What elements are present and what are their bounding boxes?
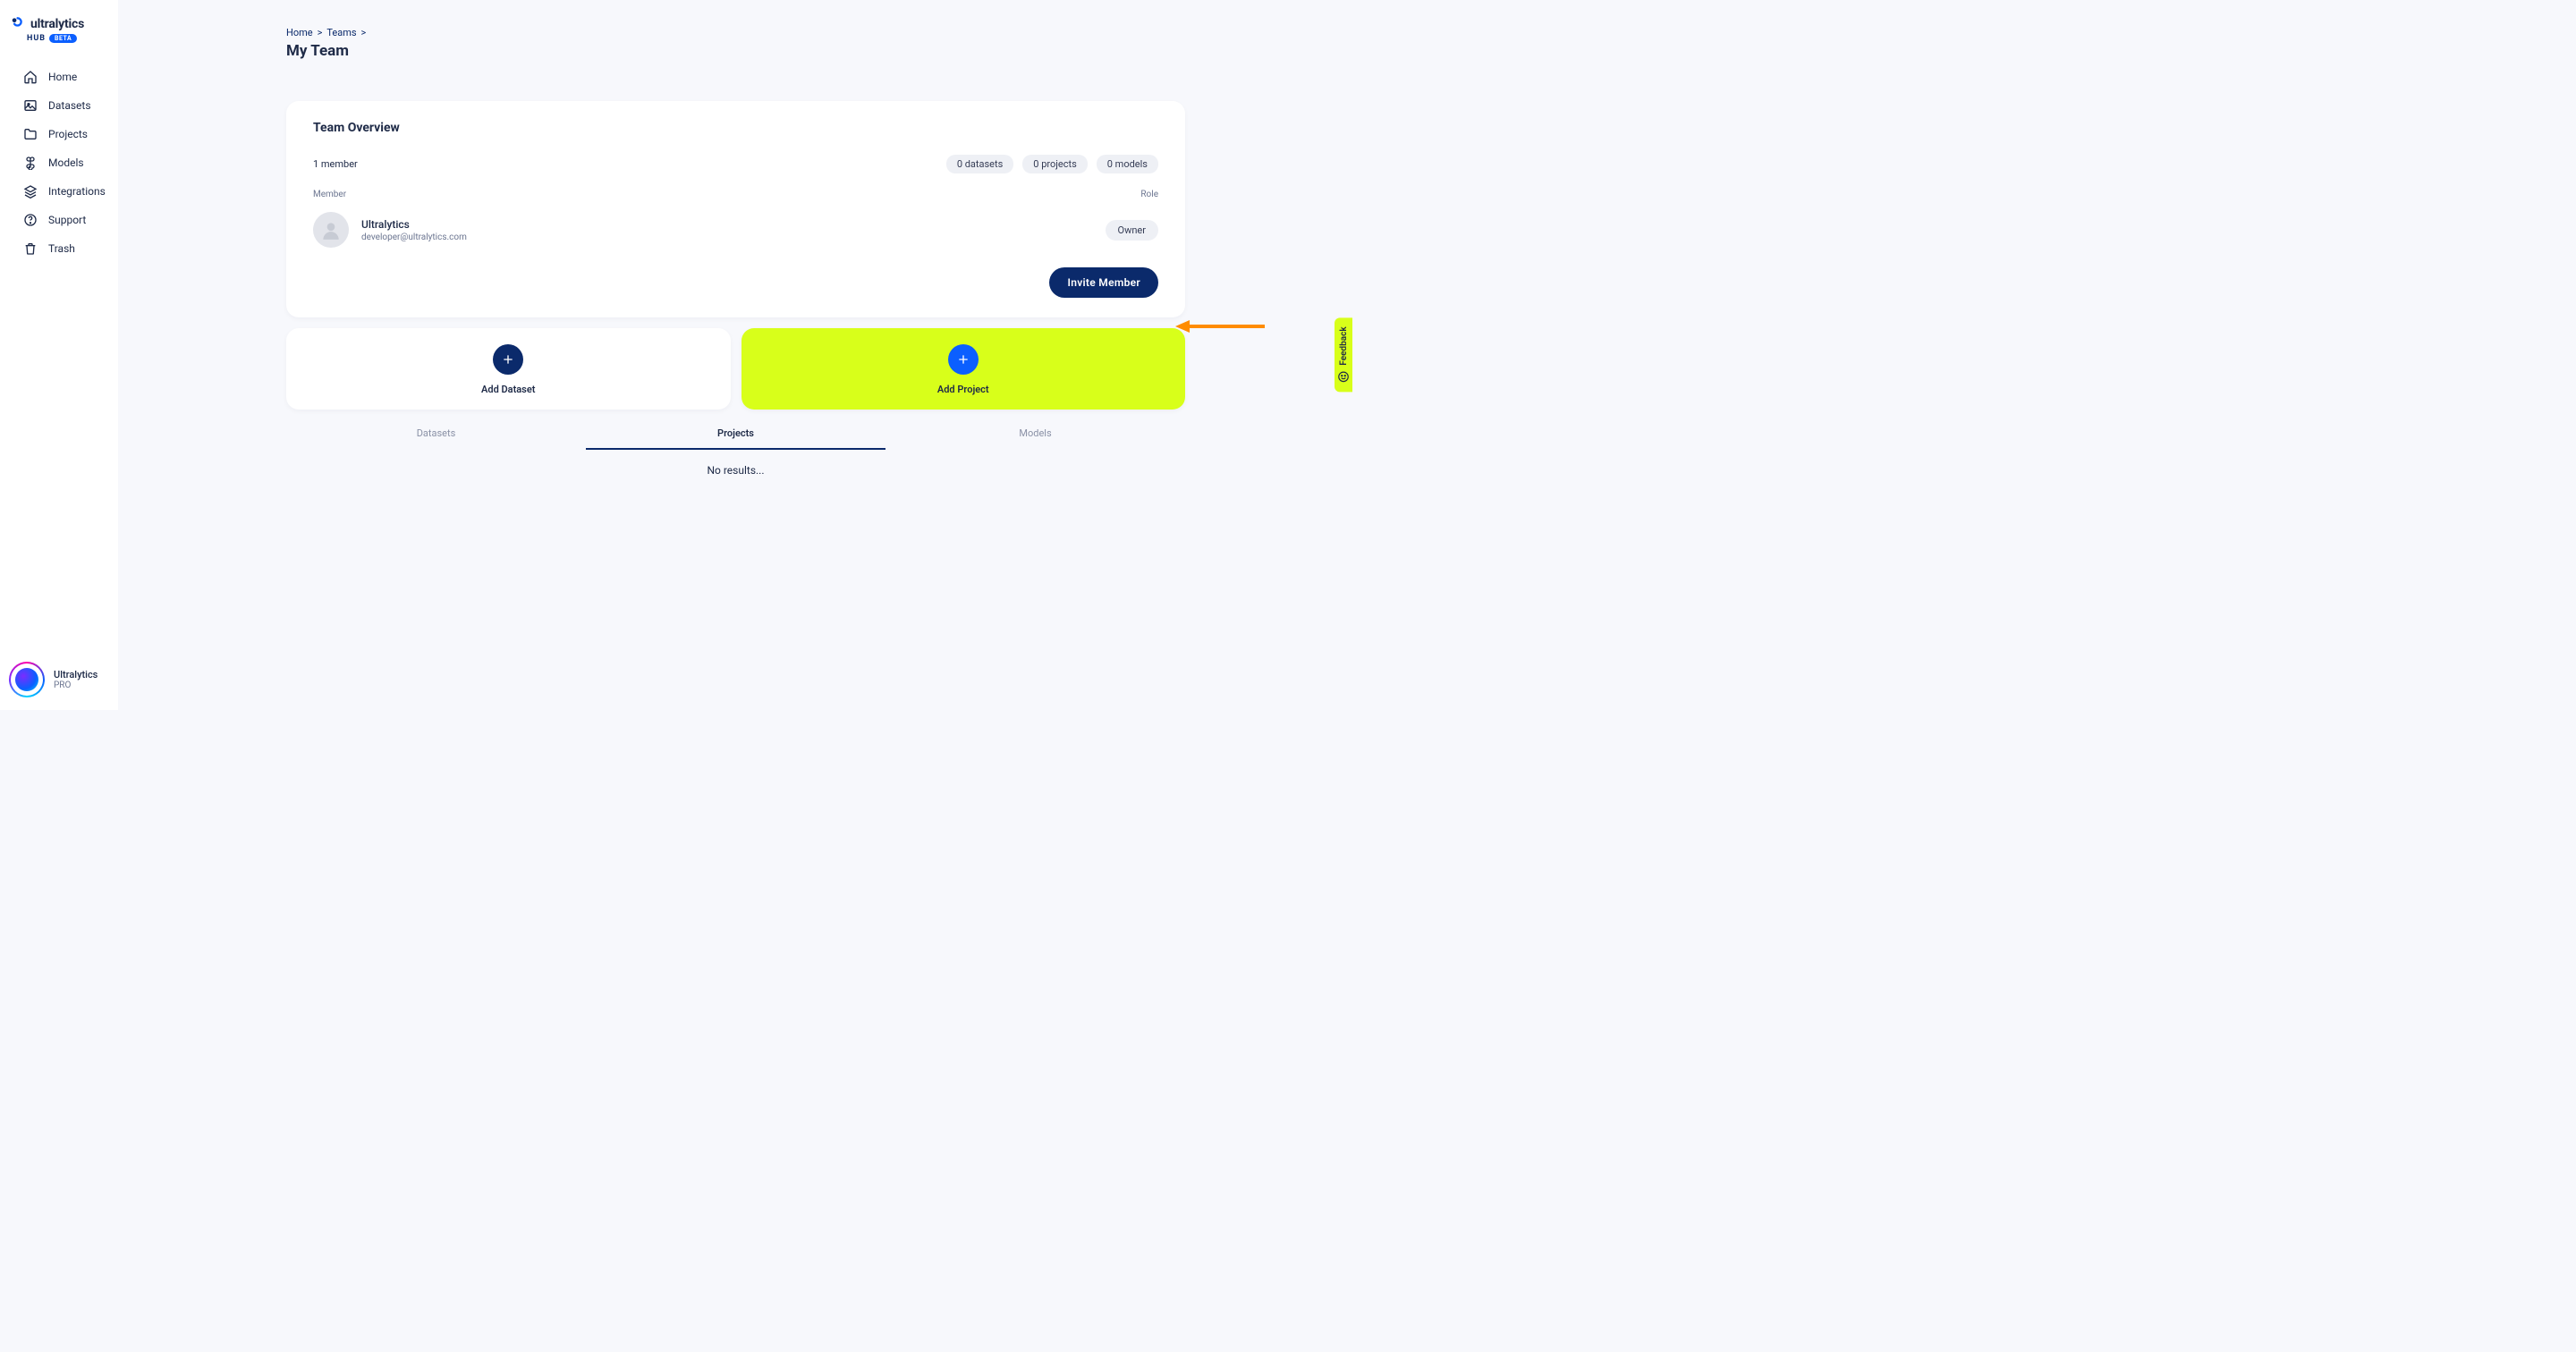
sidebar: ultralytics HUB BETA Home Datasets Proje… — [0, 0, 118, 710]
member-role: Owner — [1106, 220, 1158, 241]
highlight-arrow — [1175, 320, 1265, 333]
add-dataset-label: Add Dataset — [481, 384, 535, 395]
models-badge: 0 models — [1097, 155, 1158, 173]
sidebar-item-support[interactable]: Support — [0, 206, 118, 234]
member-avatar — [313, 212, 349, 248]
breadcrumb-home[interactable]: Home — [286, 27, 313, 38]
tab-models[interactable]: Models — [886, 415, 1185, 450]
add-project-card[interactable]: Add Project — [741, 328, 1186, 410]
breadcrumb: Home > Teams > — [286, 27, 1185, 38]
add-project-label: Add Project — [937, 384, 989, 395]
invite-member-button[interactable]: Invite Member — [1049, 267, 1158, 298]
sidebar-user[interactable]: Ultralytics PRO — [0, 662, 118, 710]
brand-name: ultralytics — [30, 17, 84, 31]
sidebar-item-label: Models — [48, 156, 84, 169]
chevron-right-icon: > — [318, 27, 323, 38]
table-head-role: Role — [1140, 190, 1158, 199]
sidebar-item-label: Trash — [48, 242, 75, 255]
member-email: developer@ultralytics.com — [361, 232, 467, 242]
sidebar-item-label: Projects — [48, 128, 88, 140]
no-results: No results... — [286, 450, 1185, 491]
tab-projects[interactable]: Projects — [586, 415, 886, 450]
sidebar-item-home[interactable]: Home — [0, 63, 118, 91]
main: Home > Teams > My Team Team Overview 1 m… — [118, 0, 1352, 710]
logo-icon — [11, 15, 23, 32]
breadcrumb-teams[interactable]: Teams — [326, 27, 356, 38]
smile-icon — [1337, 371, 1350, 384]
logo[interactable]: ultralytics HUB BETA — [0, 0, 118, 50]
add-dataset-card[interactable]: Add Dataset — [286, 328, 731, 410]
sidebar-item-trash[interactable]: Trash — [0, 234, 118, 263]
user-plan: PRO — [54, 680, 97, 690]
sidebar-item-integrations[interactable]: Integrations — [0, 177, 118, 206]
member-count: 1 member — [313, 158, 358, 170]
command-icon — [23, 156, 38, 170]
member-row: Ultralytics developer@ultralytics.com Ow… — [313, 212, 1158, 248]
datasets-badge: 0 datasets — [946, 155, 1013, 173]
team-overview-card: Team Overview 1 member 0 datasets 0 proj… — [286, 101, 1185, 317]
overview-title: Team Overview — [313, 121, 1158, 135]
user-avatar — [9, 662, 45, 697]
layers-icon — [23, 184, 38, 199]
brand-hub: HUB — [27, 34, 46, 43]
sidebar-item-projects[interactable]: Projects — [0, 120, 118, 148]
sidebar-item-datasets[interactable]: Datasets — [0, 91, 118, 120]
sidebar-item-label: Support — [48, 214, 86, 226]
table-head-member: Member — [313, 190, 346, 199]
chevron-right-icon: > — [361, 27, 367, 38]
trash-icon — [23, 241, 38, 256]
home-icon — [23, 70, 38, 84]
brand-beta: BETA — [49, 34, 77, 43]
sidebar-item-label: Home — [48, 71, 77, 83]
tab-datasets[interactable]: Datasets — [286, 415, 586, 450]
sidebar-item-label: Datasets — [48, 99, 91, 112]
sidebar-item-label: Integrations — [48, 185, 106, 198]
plus-icon — [948, 344, 979, 375]
image-icon — [23, 98, 38, 113]
page-title: My Team — [286, 42, 1185, 60]
help-icon — [23, 213, 38, 227]
folder-icon — [23, 127, 38, 141]
member-name: Ultralytics — [361, 218, 467, 231]
sidebar-item-models[interactable]: Models — [0, 148, 118, 177]
person-icon — [319, 218, 343, 241]
tabs: Datasets Projects Models — [286, 415, 1185, 450]
feedback-tab[interactable]: Feedback — [1335, 317, 1352, 392]
projects-badge: 0 projects — [1022, 155, 1087, 173]
nav: Home Datasets Projects Models Integratio… — [0, 63, 118, 263]
feedback-label: Feedback — [1339, 326, 1349, 365]
plus-icon — [493, 344, 523, 375]
user-name: Ultralytics — [54, 669, 97, 680]
